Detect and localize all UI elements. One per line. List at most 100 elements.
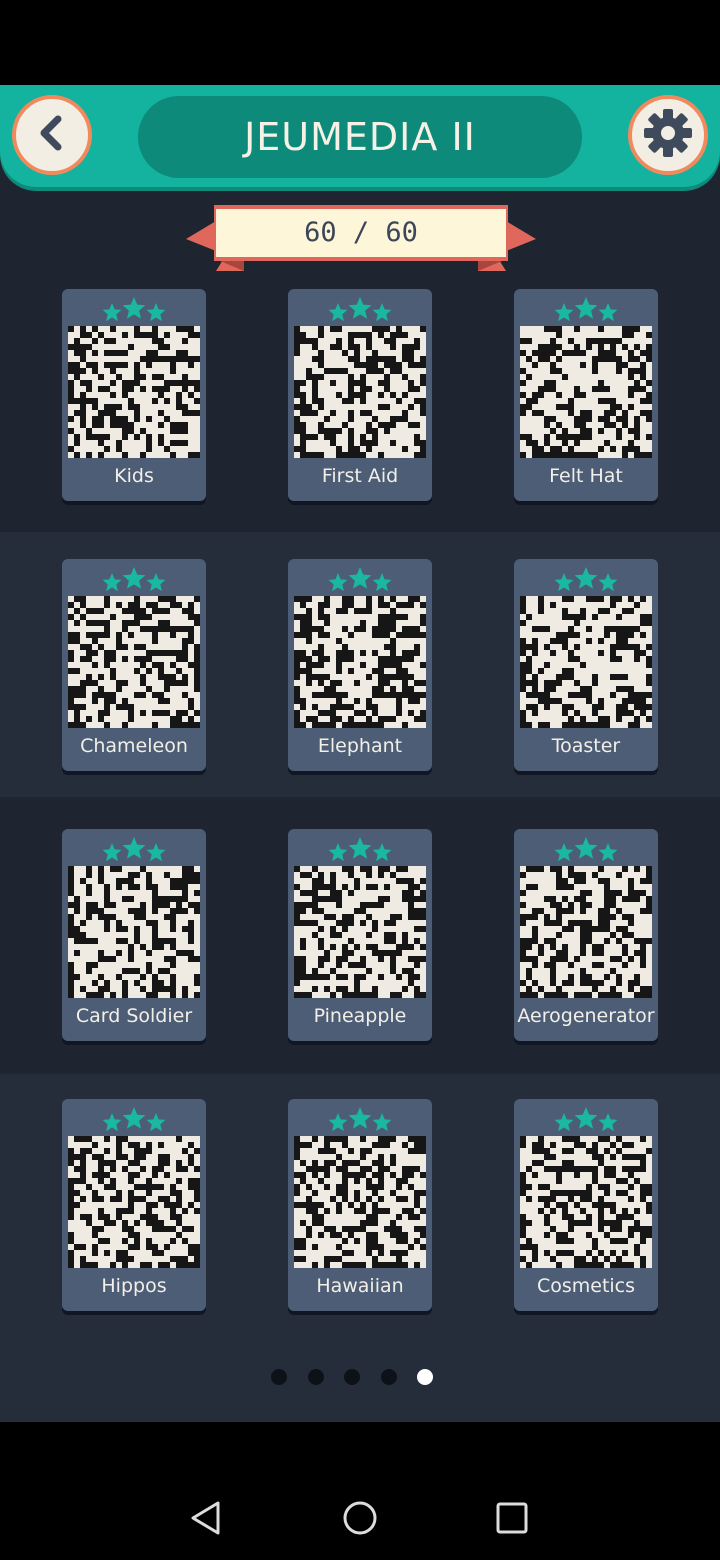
puzzle-title: Hawaiian [316, 1275, 404, 1297]
puzzle-card[interactable]: Card Soldier [62, 829, 206, 1041]
progress-label: 60 / 60 [304, 216, 418, 248]
back-button[interactable] [12, 95, 92, 175]
page-dot[interactable] [344, 1369, 360, 1385]
puzzle-title: Card Soldier [75, 1005, 193, 1027]
chevron-left-icon [32, 113, 72, 157]
star-icon [574, 567, 598, 589]
puzzle-title: Felt Hat [549, 465, 623, 487]
puzzle-card[interactable]: Kids [62, 289, 206, 501]
star-icon [348, 297, 372, 319]
star-rating [328, 567, 392, 592]
puzzle-picture [520, 1136, 652, 1268]
star-rating [102, 567, 166, 592]
home-circle-icon[interactable] [342, 1500, 378, 1540]
puzzle-card[interactable]: Pineapple [288, 829, 432, 1041]
puzzle-title: Toaster [551, 735, 621, 757]
puzzle-card[interactable]: Felt Hat [514, 289, 658, 501]
star-icon [574, 297, 598, 319]
puzzle-title: Kids [114, 465, 154, 487]
puzzle-title: Elephant [317, 735, 403, 757]
star-icon [122, 297, 146, 319]
star-rating [328, 297, 392, 322]
puzzle-picture [294, 326, 426, 458]
puzzle-picture [68, 866, 200, 998]
settings-button[interactable] [628, 95, 708, 175]
star-icon [372, 573, 392, 592]
star-icon [122, 567, 146, 589]
header-bar: JEUMEDIA II [0, 85, 720, 187]
star-icon [328, 843, 348, 862]
star-icon [328, 1113, 348, 1132]
star-icon [146, 303, 166, 322]
page-indicator [0, 1369, 720, 1389]
star-rating [554, 1107, 618, 1132]
puzzle-title: Chameleon [80, 735, 188, 757]
star-icon [554, 1113, 574, 1132]
star-icon [102, 573, 122, 592]
progress-ribbon: 60 / 60 [186, 203, 536, 275]
puzzle-title: Aerogenerator [517, 1005, 655, 1027]
page-dot[interactable] [271, 1369, 287, 1385]
puzzle-card[interactable]: Cosmetics [514, 1099, 658, 1311]
star-icon [328, 303, 348, 322]
star-icon [348, 837, 372, 859]
puzzle-picture [68, 596, 200, 728]
page-dot[interactable] [380, 1369, 397, 1385]
star-icon [348, 1107, 372, 1129]
star-icon [102, 303, 122, 322]
puzzle-title: Cosmetics [536, 1275, 636, 1297]
star-icon [372, 843, 392, 862]
star-icon [102, 1113, 122, 1132]
puzzle-card[interactable]: Aerogenerator [514, 829, 658, 1041]
star-icon [554, 573, 574, 592]
page-dot[interactable] [417, 1369, 433, 1385]
puzzle-picture [294, 596, 426, 728]
star-icon [598, 303, 618, 322]
star-rating [554, 837, 618, 862]
back-triangle-icon[interactable] [188, 1500, 224, 1540]
star-icon [348, 567, 372, 589]
star-icon [146, 1113, 166, 1132]
star-icon [146, 573, 166, 592]
puzzle-picture [520, 596, 652, 728]
puzzle-title: First Aid [321, 465, 399, 487]
puzzle-card[interactable]: Elephant [288, 559, 432, 771]
star-icon [598, 573, 618, 592]
puzzle-card[interactable]: Chameleon [62, 559, 206, 771]
system-nav-bar [0, 1422, 720, 1560]
star-rating [328, 1107, 392, 1132]
star-icon [328, 573, 348, 592]
puzzle-title: Hippos [101, 1275, 167, 1297]
page-title: JEUMEDIA II [138, 96, 582, 178]
star-icon [554, 843, 574, 862]
star-rating [554, 567, 618, 592]
star-rating [102, 297, 166, 322]
star-icon [102, 843, 122, 862]
puzzle-picture [520, 326, 652, 458]
puzzle-card[interactable]: Hawaiian [288, 1099, 432, 1311]
star-rating [554, 297, 618, 322]
puzzle-card[interactable]: Toaster [514, 559, 658, 771]
puzzle-picture [68, 326, 200, 458]
star-icon [122, 837, 146, 859]
star-icon [574, 1107, 598, 1129]
puzzle-card[interactable]: First Aid [288, 289, 432, 501]
puzzle-card[interactable]: Hippos [62, 1099, 206, 1311]
puzzle-picture [294, 1136, 426, 1268]
star-icon [372, 1113, 392, 1132]
puzzle-picture [68, 1136, 200, 1268]
gear-icon [642, 107, 694, 163]
star-icon [574, 837, 598, 859]
puzzle-title: Pineapple [313, 1005, 407, 1027]
app-screen: JEUMEDIA II 60 / 60 Kids First Aid Felt … [0, 85, 720, 1422]
star-rating [102, 1107, 166, 1132]
puzzle-picture [520, 866, 652, 998]
puzzle-picture [294, 866, 426, 998]
star-icon [146, 843, 166, 862]
star-rating [328, 837, 392, 862]
recents-square-icon[interactable] [496, 1502, 528, 1538]
star-icon [598, 1113, 618, 1132]
star-icon [598, 843, 618, 862]
star-icon [372, 303, 392, 322]
page-dot[interactable] [307, 1369, 324, 1385]
